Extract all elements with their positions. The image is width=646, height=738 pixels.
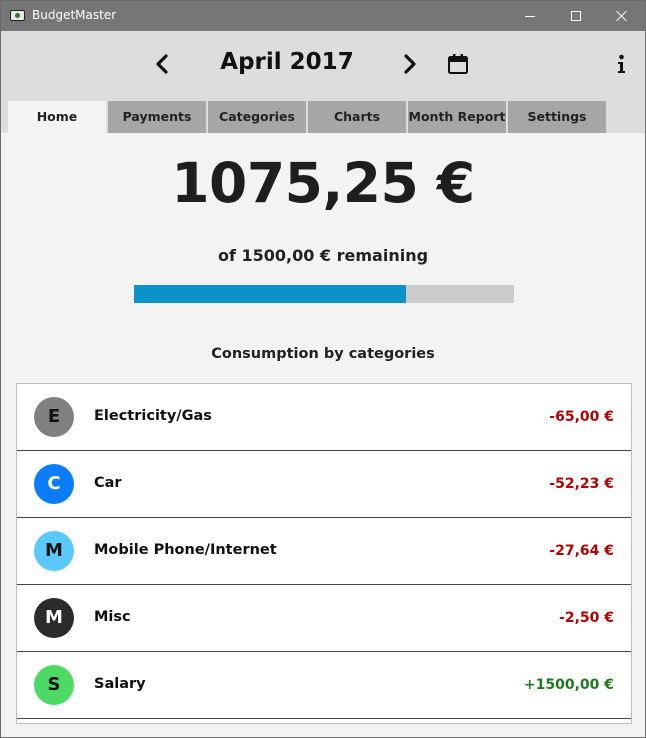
category-avatar: E [34, 397, 74, 437]
consumption-title: Consumption by categories [211, 346, 435, 362]
maximize-icon [571, 11, 581, 21]
next-month-button[interactable] [399, 53, 419, 75]
app-window: BudgetMaster April 2017 Home Payments Ca… [0, 0, 646, 738]
category-name: Salary [94, 676, 146, 692]
close-icon [616, 10, 628, 22]
tab-charts[interactable]: Charts [308, 101, 406, 133]
category-row[interactable]: M Mobile Phone/Internet -27,64 € [17, 518, 631, 585]
calendar-icon [448, 54, 468, 74]
category-amount: -2,50 € [559, 610, 614, 626]
category-avatar: C [34, 464, 74, 504]
remaining-amount: 1075,25 € [171, 151, 475, 215]
budget-progress-fill [134, 285, 407, 303]
app-icon [10, 10, 25, 21]
category-amount: -52,23 € [549, 476, 614, 492]
category-avatar: M [34, 531, 74, 571]
category-name: Electricity/Gas [94, 408, 212, 424]
minimize-button[interactable] [507, 1, 553, 31]
category-name: Mobile Phone/Internet [94, 542, 277, 558]
window-title: BudgetMaster [32, 8, 117, 22]
calendar-button[interactable] [447, 53, 469, 75]
tab-payments[interactable]: Payments [108, 101, 206, 133]
chevron-right-icon [404, 54, 416, 74]
category-row[interactable]: E Electricity/Gas -65,00 € [17, 384, 631, 451]
remaining-caption: of 1500,00 € remaining [217, 246, 429, 265]
close-button[interactable] [599, 1, 645, 31]
category-avatar: M [34, 598, 74, 638]
category-avatar: S [34, 665, 74, 705]
month-header: April 2017 Home Payments Categories Char… [1, 31, 645, 133]
category-name: Misc [94, 609, 131, 625]
category-list: E Electricity/Gas -65,00 € C Car -52,23 … [16, 383, 632, 724]
minimize-icon [525, 15, 535, 17]
category-amount: -27,64 € [549, 543, 614, 559]
tab-settings[interactable]: Settings [508, 101, 606, 133]
category-name: Car [94, 475, 122, 491]
category-amount: +1500,00 € [523, 677, 614, 693]
category-row[interactable]: M Misc -2,50 € [17, 585, 631, 652]
chevron-left-icon [156, 54, 168, 74]
category-row[interactable]: S Salary +1500,00 € [17, 652, 631, 719]
title-bar[interactable]: BudgetMaster [1, 1, 645, 31]
category-row[interactable]: C Car -52,23 € [17, 451, 631, 518]
tab-categories[interactable]: Categories [208, 101, 306, 133]
maximize-button[interactable] [553, 1, 599, 31]
info-icon [618, 54, 625, 73]
budget-progress-bar [134, 285, 514, 303]
current-month-label: April 2017 [220, 49, 354, 75]
category-amount: -65,00 € [549, 409, 614, 425]
previous-month-button[interactable] [153, 53, 173, 75]
tab-month-report[interactable]: Month Report [408, 101, 506, 133]
info-button[interactable] [614, 53, 628, 75]
tab-home[interactable]: Home [8, 101, 106, 133]
